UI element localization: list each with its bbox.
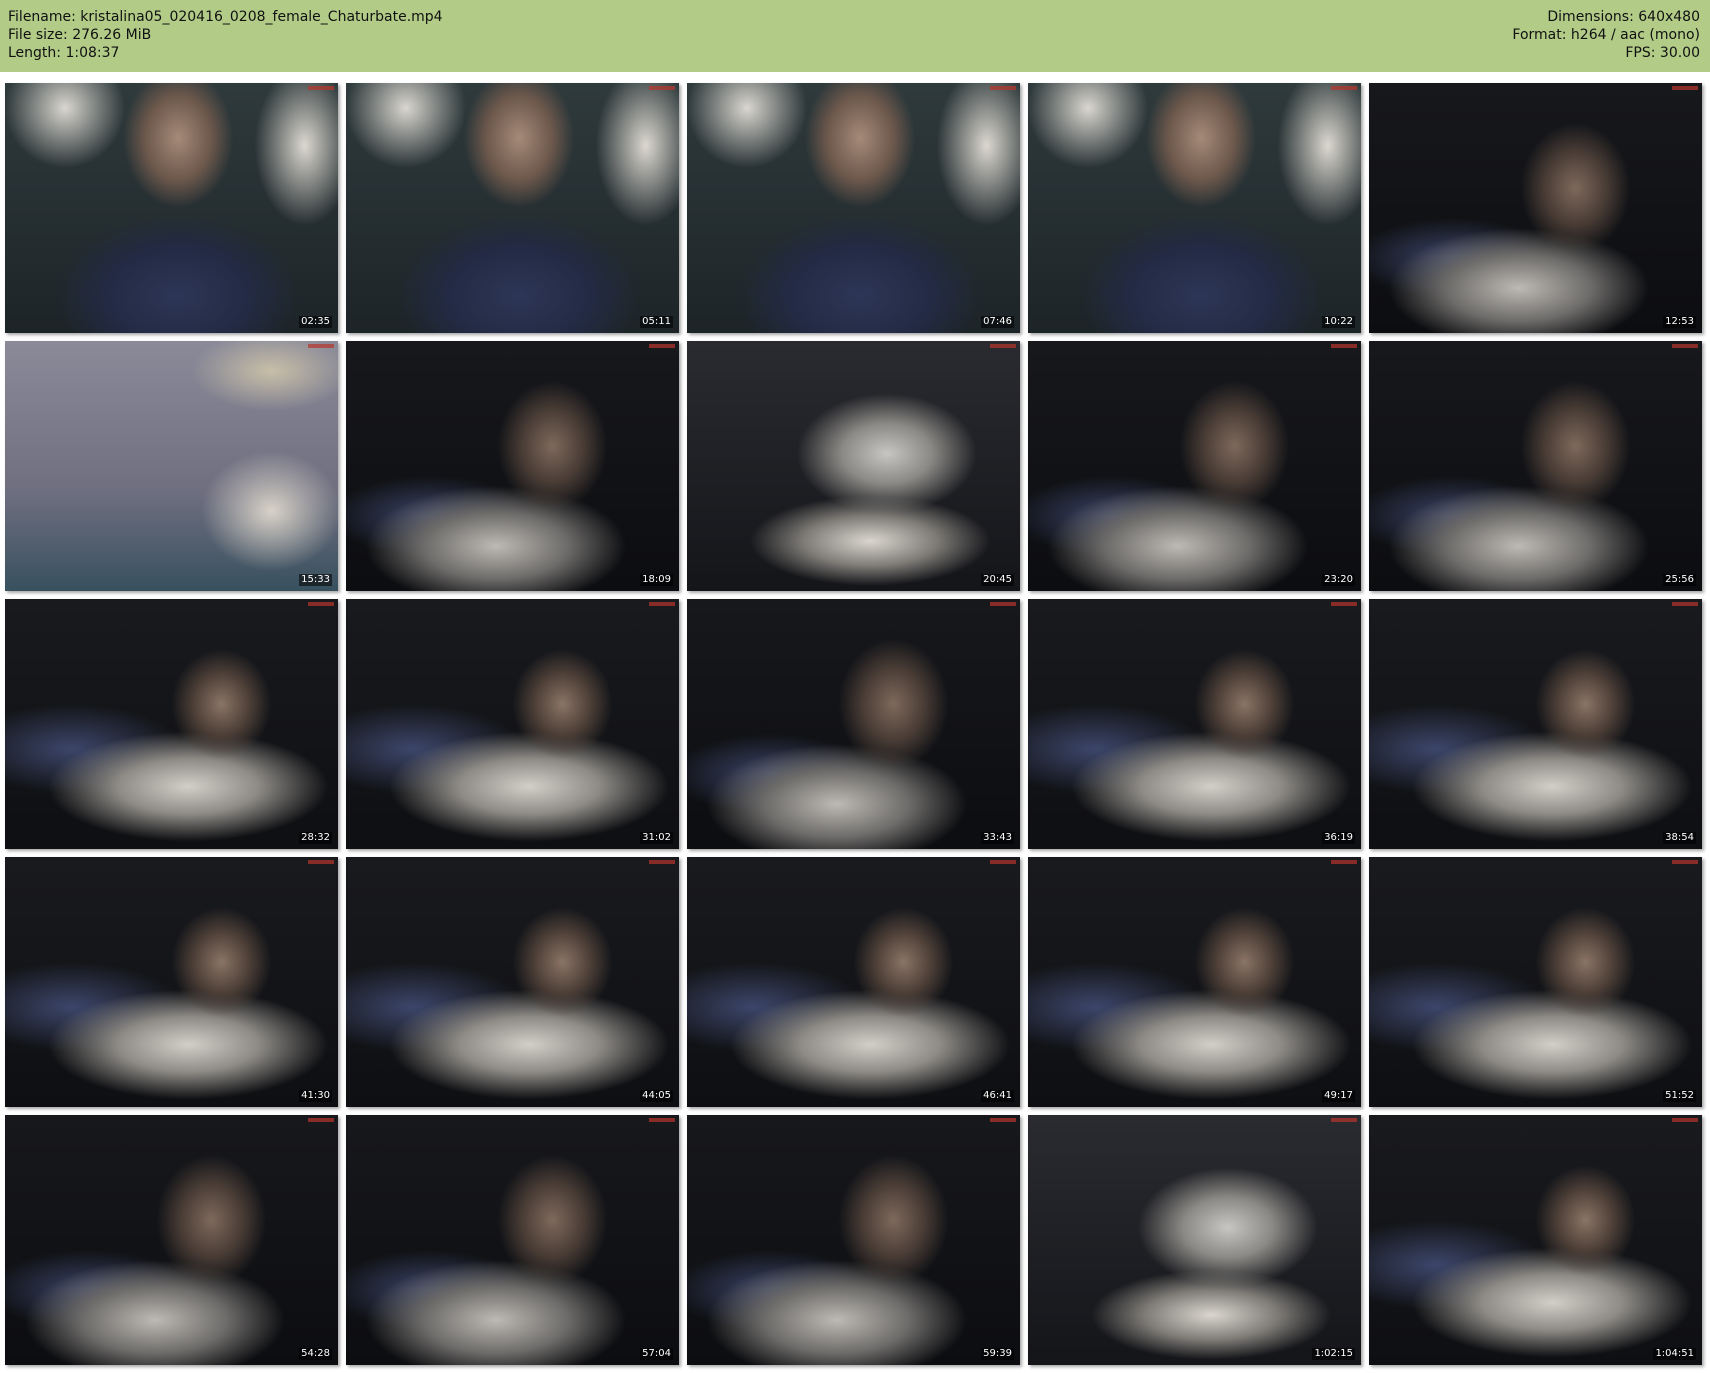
file-info-right: Dimensions: 640x480 Format: h264 / aac (… — [1512, 8, 1700, 62]
thumbnail-timestamp: 25:56 — [1663, 574, 1696, 586]
thumbnail: 59:39 — [687, 1115, 1020, 1365]
format-label: Format: h264 / aac (mono) — [1512, 27, 1700, 43]
thumbnail-timestamp: 1:04:51 — [1653, 1348, 1696, 1360]
thumbnail: 54:28 — [5, 1115, 338, 1365]
thumbnail: 07:46 — [687, 83, 1020, 333]
thumbnail-timestamp: 07:46 — [981, 316, 1014, 328]
thumbnail-timestamp: 15:33 — [299, 574, 332, 586]
thumbnail: 05:11 — [346, 83, 679, 333]
thumbnail-timestamp: 41:30 — [299, 1090, 332, 1102]
thumbnail: 28:32 — [5, 599, 338, 849]
thumbnail: 31:02 — [346, 599, 679, 849]
thumbnail-timestamp: 36:19 — [1322, 832, 1355, 844]
thumbnail-timestamp: 1:02:15 — [1312, 1348, 1355, 1360]
filesize-label: File size: 276.26 MiB — [8, 27, 152, 43]
thumbnail: 41:30 — [5, 857, 338, 1107]
thumbnail-timestamp: 33:43 — [981, 832, 1014, 844]
thumbnail: 02:35 — [5, 83, 338, 333]
info-header: Filename: kristalina05_020416_0208_femal… — [0, 0, 1710, 72]
thumbnail-timestamp: 12:53 — [1663, 316, 1696, 328]
thumbnail: 15:33 — [5, 341, 338, 591]
thumbnail: 33:43 — [687, 599, 1020, 849]
thumbnail-timestamp: 44:05 — [640, 1090, 673, 1102]
thumbnail: 10:22 — [1028, 83, 1361, 333]
thumbnail-timestamp: 02:35 — [299, 316, 332, 328]
dimensions-label: Dimensions: 640x480 — [1547, 9, 1700, 25]
thumbnail: 51:52 — [1369, 857, 1702, 1107]
thumbnail: 36:19 — [1028, 599, 1361, 849]
thumbnail-timestamp: 23:20 — [1322, 574, 1355, 586]
thumbnail-timestamp: 28:32 — [299, 832, 332, 844]
thumbnail: 23:20 — [1028, 341, 1361, 591]
thumbnail: 1:02:15 — [1028, 1115, 1361, 1365]
thumbnail-timestamp: 20:45 — [981, 574, 1014, 586]
thumbnail-timestamp: 57:04 — [640, 1348, 673, 1360]
thumbnail: 49:17 — [1028, 857, 1361, 1107]
thumbnail: 25:56 — [1369, 341, 1702, 591]
thumbnail: 20:45 — [687, 341, 1020, 591]
thumbnail-timestamp: 51:52 — [1663, 1090, 1696, 1102]
thumbnail: 38:54 — [1369, 599, 1702, 849]
length-label: Length: 1:08:37 — [8, 45, 120, 61]
thumbnail-timestamp: 31:02 — [640, 832, 673, 844]
fps-label: FPS: 30.00 — [1625, 45, 1700, 61]
thumbnail: 12:53 — [1369, 83, 1702, 333]
thumbnail: 44:05 — [346, 857, 679, 1107]
thumbnail-timestamp: 18:09 — [640, 574, 673, 586]
thumbnail-timestamp: 59:39 — [981, 1348, 1014, 1360]
filename-label: Filename: kristalina05_020416_0208_femal… — [8, 9, 443, 25]
thumbnail: 18:09 — [346, 341, 679, 591]
thumbnail: 1:04:51 — [1369, 1115, 1702, 1365]
thumbnail: 46:41 — [687, 857, 1020, 1107]
thumbnail-timestamp: 46:41 — [981, 1090, 1014, 1102]
thumbnail: 57:04 — [346, 1115, 679, 1365]
thumbnail-timestamp: 05:11 — [640, 316, 673, 328]
thumbnail-timestamp: 54:28 — [299, 1348, 332, 1360]
thumbnail-timestamp: 10:22 — [1322, 316, 1355, 328]
thumbnail-grid: 02:35 05:11 07:46 10:22 12:53 15:33 18:0… — [5, 83, 1702, 1365]
thumbnail-timestamp: 38:54 — [1663, 832, 1696, 844]
thumbnail-timestamp: 49:17 — [1322, 1090, 1355, 1102]
file-info-left: Filename: kristalina05_020416_0208_femal… — [8, 8, 443, 62]
